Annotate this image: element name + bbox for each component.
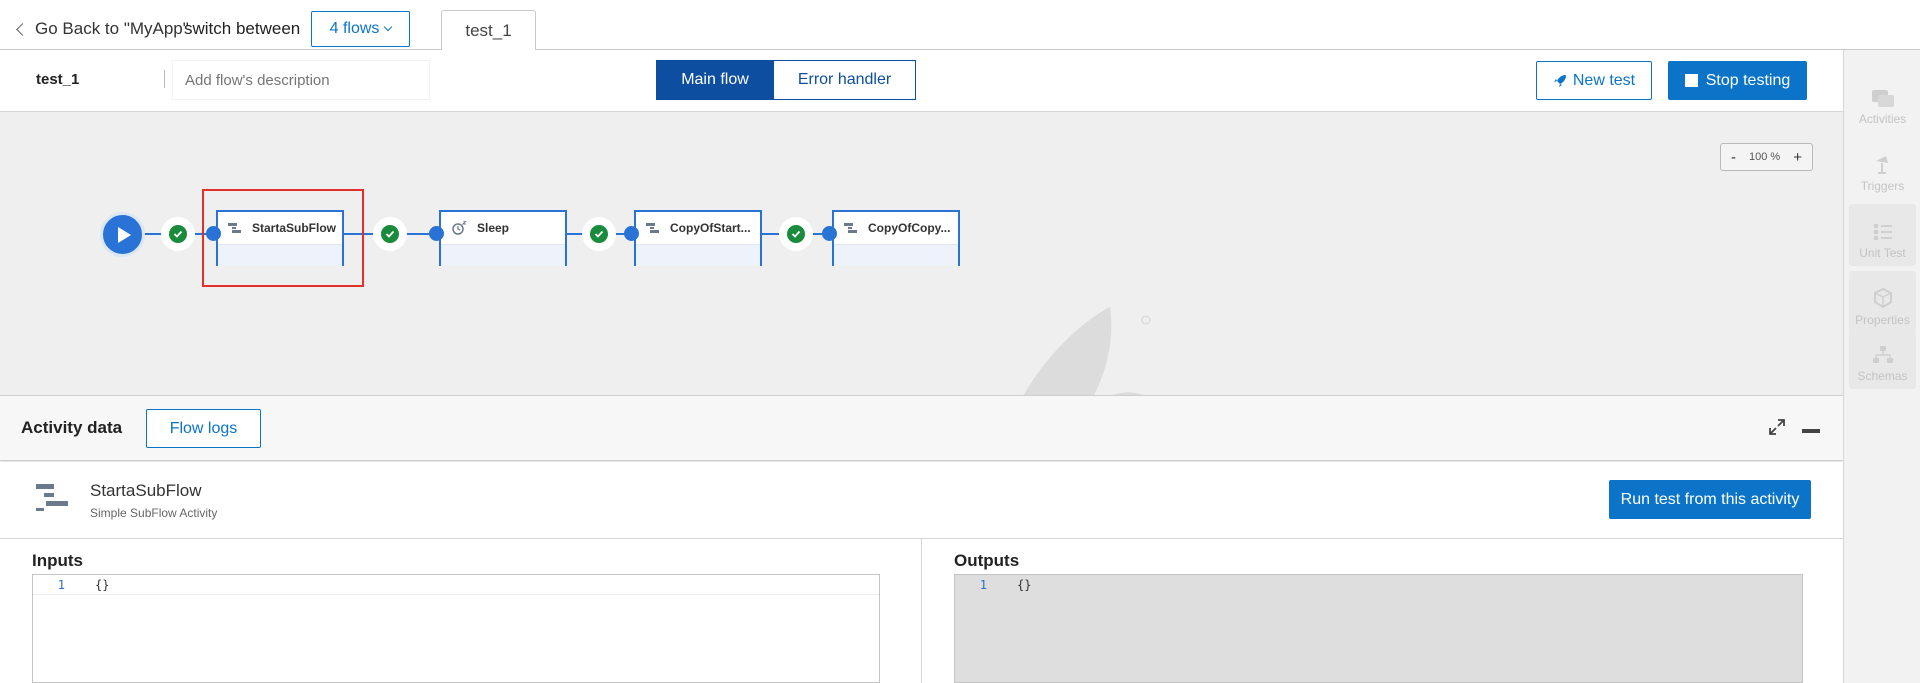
rail-item-properties[interactable]: Properties (1849, 271, 1916, 333)
flow-name: test_1 (36, 71, 80, 88)
branch-success-icon[interactable] (161, 217, 195, 251)
subflow-icon (228, 223, 241, 233)
inputs-label: Inputs (32, 551, 83, 570)
top-tab-bar: Go Back to "MyApp" switch between 4 flow… (0, 0, 1920, 51)
flow-start-button[interactable] (100, 212, 145, 257)
activity-detail-header: StartaSubFlow Simple SubFlow Activity Ru… (0, 462, 1843, 539)
chevron-left-icon (16, 22, 29, 36)
properties-icon (1873, 287, 1892, 309)
zoom-in-button[interactable]: + (1793, 149, 1802, 166)
outputs-editor[interactable]: 1 {} (954, 574, 1803, 683)
zoom-level: 100 % (1749, 151, 1781, 163)
activity-node-sleep[interactable]: Sleep (439, 210, 567, 266)
flow-description-input[interactable] (172, 60, 430, 100)
divider (164, 70, 165, 88)
zoom-out-button[interactable]: - (1731, 149, 1736, 166)
stop-testing-button[interactable]: Stop testing (1668, 61, 1807, 100)
rail-item-activities[interactable]: Activities (1849, 70, 1916, 132)
line-number: 1 (979, 578, 987, 592)
unit-test-icon (1873, 224, 1892, 240)
activity-node-label: CopyOfStart... (670, 221, 751, 235)
flows-dropdown[interactable]: 4 flows (311, 11, 410, 47)
divider (921, 539, 922, 683)
new-test-button[interactable]: New test (1536, 61, 1652, 100)
sleep-icon (452, 221, 467, 235)
rocket-icon (1553, 74, 1566, 87)
chevron-down-icon (384, 22, 393, 32)
activity-type: Simple SubFlow Activity (90, 506, 218, 520)
tab-test-1[interactable]: test_1 (441, 10, 536, 51)
schemas-icon (1872, 346, 1893, 363)
flows-dropdown-label: 4 flows (329, 20, 380, 37)
branch-success-icon[interactable] (779, 217, 813, 251)
go-back-link[interactable]: Go Back to "MyApp" (16, 19, 189, 39)
minimize-icon[interactable] (1802, 429, 1820, 433)
activity-data-tab[interactable]: Activity data (21, 418, 122, 438)
activity-node-label: StartaSubFlow (252, 221, 337, 235)
branch-success-icon[interactable] (373, 217, 407, 251)
switch-between-label: switch between (184, 19, 301, 38)
rail-item-schemas[interactable]: Schemas (1849, 331, 1916, 389)
input-port (429, 226, 444, 241)
subflow-icon (844, 223, 857, 233)
activities-icon (1871, 90, 1894, 107)
outputs-code: {} (1017, 578, 1032, 592)
rail-item-label: Unit Test (1859, 246, 1906, 260)
activity-data-bar: Activity data Flow logs (0, 395, 1843, 461)
rail-item-label: Properties (1855, 313, 1910, 327)
outputs-label: Outputs (954, 551, 1020, 570)
play-icon (117, 226, 131, 243)
input-port (624, 226, 639, 241)
expand-icon[interactable] (1768, 418, 1786, 436)
stop-testing-label: Stop testing (1705, 71, 1791, 89)
activity-name: StartaSubFlow (90, 481, 202, 500)
activity-node-label: Sleep (477, 221, 510, 235)
new-test-label: New test (1572, 71, 1636, 89)
input-port (206, 226, 221, 241)
subflow-icon (646, 223, 659, 233)
rail-item-unit-test[interactable]: Unit Test (1849, 204, 1916, 266)
watermark-logo-icon (1023, 307, 1151, 395)
run-test-from-activity-button[interactable]: Run test from this activity (1609, 480, 1811, 519)
right-sidebar: Activities Triggers Unit Test Properties… (1843, 50, 1920, 683)
main-flow-tab[interactable]: Main flow (656, 60, 774, 100)
inputs-code: {} (95, 577, 110, 592)
zoom-control: - 100 % + (1720, 143, 1813, 171)
rail-item-label: Schemas (1857, 369, 1908, 383)
subflow-icon (36, 484, 68, 511)
activity-node-label: CopyOfCopy... (868, 221, 951, 235)
line-number: 1 (57, 577, 65, 592)
triggers-icon (1875, 156, 1888, 174)
flow-header-bar: test_1 Main flow Error handler New test … (0, 50, 1843, 112)
input-port (822, 226, 837, 241)
inputs-editor[interactable]: 1 {} (32, 574, 880, 683)
flow-canvas[interactable]: - 100 % + StartaSubFlow Sleep CopyOfStar… (0, 112, 1843, 395)
rail-item-label: Triggers (1860, 179, 1905, 193)
rail-item-triggers[interactable]: Triggers (1849, 137, 1916, 199)
activity-node-startasubflow[interactable]: StartaSubFlow (216, 210, 344, 266)
flow-logs-button[interactable]: Flow logs (146, 409, 261, 448)
error-handler-tab[interactable]: Error handler (773, 60, 916, 100)
activity-node-copyofcopy[interactable]: CopyOfCopy... (832, 210, 960, 266)
activity-node-copyofstart[interactable]: CopyOfStart... (634, 210, 762, 266)
go-back-label: Go Back to "MyApp" (35, 19, 189, 38)
rail-item-label: Activities (1858, 112, 1907, 126)
stop-icon (1684, 74, 1698, 87)
branch-success-icon[interactable] (582, 217, 616, 251)
